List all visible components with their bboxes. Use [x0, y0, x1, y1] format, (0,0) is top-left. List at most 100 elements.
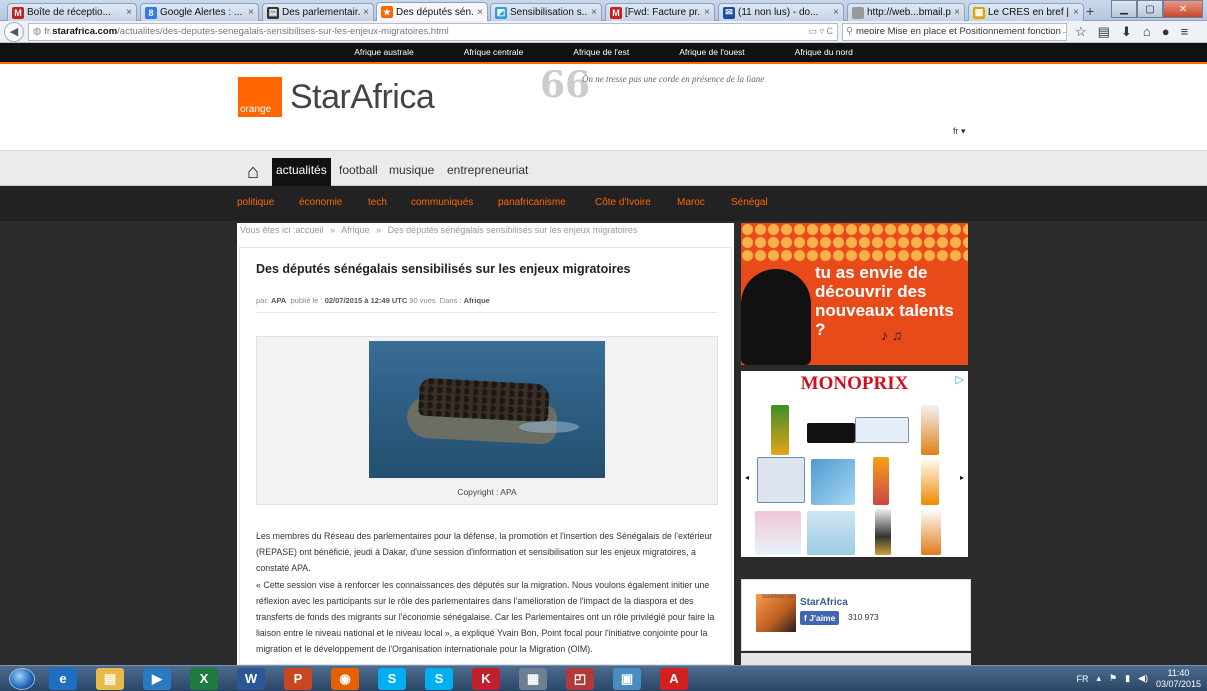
logo-badge-text: orange — [240, 104, 272, 115]
carousel-next-icon[interactable]: ▸ — [960, 473, 964, 482]
browser-tab[interactable]: ◩ Sensibilisation s... × — [490, 3, 602, 21]
region-link[interactable]: Afrique australe — [329, 43, 439, 62]
carousel-prev-icon[interactable]: ◂ — [745, 473, 749, 482]
facebook-icon: f — [804, 613, 807, 623]
meta-author[interactable]: APA — [271, 296, 286, 305]
region-link[interactable]: Afrique du nord — [770, 43, 878, 62]
chat-icon[interactable]: ● — [1162, 24, 1170, 39]
region-link[interactable]: Afrique de l'ouest — [654, 43, 769, 62]
explorer-icon[interactable]: ▤ — [96, 667, 124, 690]
browser-tab[interactable]: ★ Des députés sén... × — [376, 2, 488, 21]
breadcrumb-link-afrique[interactable]: Afrique — [341, 225, 370, 235]
site-logo-text[interactable]: StarAfrica — [290, 78, 435, 117]
tab-close-icon[interactable]: × — [477, 7, 483, 18]
ie-icon[interactable]: e — [49, 667, 77, 690]
chart-app-icon[interactable]: ◰ — [566, 667, 594, 690]
region-link[interactable]: Afrique centrale — [439, 43, 549, 62]
soda-bottle-product — [873, 457, 889, 505]
talent-ad-banner[interactable]: tu as envie de découvrir des nouveaux ta… — [741, 223, 968, 365]
tab-close-icon[interactable]: × — [833, 7, 839, 18]
browser-tab[interactable]: ▤ Des parlementair... × — [262, 3, 374, 21]
like-button[interactable]: f J'aime — [800, 611, 840, 625]
home-icon[interactable]: ⌂ — [240, 159, 266, 185]
menu-item-musique[interactable]: musique — [387, 158, 436, 187]
tab-close-icon[interactable]: × — [591, 7, 597, 18]
new-tab-button[interactable]: + — [1086, 3, 1094, 19]
browser-tab[interactable]: M [Fwd: Facture pr... × — [605, 3, 715, 21]
orange-logo[interactable]: orange — [238, 77, 282, 117]
media-icon[interactable]: ▶ — [143, 667, 171, 690]
bookmark-star-icon[interactable]: ☆ — [1075, 24, 1087, 40]
menu-item-entrepreneuriat[interactable]: entrepreneuriat — [445, 158, 530, 187]
excel-icon[interactable]: X — [190, 667, 218, 690]
tab-close-icon[interactable]: × — [363, 7, 369, 18]
language-selector[interactable]: fr ▾ — [953, 126, 966, 137]
category-link[interactable]: communiqués — [411, 197, 473, 208]
adchoices-icon[interactable]: ▷ — [956, 373, 964, 386]
menu-icon[interactable]: ≡ — [1181, 24, 1189, 39]
meta-category[interactable]: Afrique — [464, 296, 490, 305]
category-link[interactable]: panafricanisme — [498, 197, 566, 208]
language-indicator[interactable]: FR — [1076, 674, 1088, 684]
address-bar[interactable]: ◍ fr. starafrica.com/actualites/des-deput… — [28, 22, 838, 41]
volume-icon[interactable]: ◀) — [1138, 673, 1148, 684]
calculator-icon[interactable]: ▦ — [519, 667, 547, 690]
start-button[interactable] — [9, 667, 35, 690]
back-icon[interactable]: ◀ — [4, 21, 24, 42]
browser-tab[interactable]: ✉ (11 non lus) - do... × — [718, 3, 844, 21]
reload-icon[interactable]: ▭ ▿ C — [808, 26, 833, 37]
ad-brand: MONOPRIX — [800, 373, 909, 394]
category-link[interactable]: économie — [299, 197, 342, 208]
browser-tab-strip: M Boîte de réceptio... × 8 Google Alertes : … — [0, 0, 1207, 21]
home-icon[interactable]: ⌂ — [1143, 24, 1151, 39]
clock[interactable]: 11:40 03/07/2015 — [1156, 668, 1201, 690]
menu-item-football[interactable]: football — [337, 158, 380, 187]
category-link[interactable]: Côte d'Ivoire — [595, 197, 651, 208]
clock-date: 03/07/2015 — [1155, 678, 1201, 689]
word-icon[interactable]: W — [237, 667, 265, 690]
browser-tab[interactable]: 8 Google Alertes : ... × — [140, 3, 259, 21]
control-icon[interactable]: ▣ — [613, 667, 641, 690]
dotted-pack-product — [757, 457, 805, 503]
doc-icon: ▤ — [267, 6, 279, 19]
tab-close-icon[interactable]: × — [1073, 7, 1079, 18]
category-link[interactable]: politique — [237, 197, 274, 208]
skype-icon[interactable]: S — [425, 667, 453, 690]
bookmarks-list-icon[interactable]: ▤ — [1098, 24, 1110, 40]
network-icon[interactable]: ▮ — [1125, 673, 1130, 684]
maximize-icon[interactable]: ▢ — [1137, 0, 1163, 18]
powerpoint-icon[interactable]: P — [284, 667, 312, 690]
mail-icon: ✉ — [723, 6, 735, 19]
browser-tab[interactable]: ▦ Le CRES en bref |... × — [968, 3, 1084, 21]
search-go-icon[interactable]: → — [1061, 26, 1066, 37]
browser-tab[interactable]: M Boîte de réceptio... × — [7, 3, 137, 21]
main-menu: ⌂ actualités football musique entreprene… — [0, 150, 1207, 187]
facebook-page-name[interactable]: StarAfrica — [800, 597, 848, 608]
monoprix-ad[interactable]: MONOPRIX ▷ ◂ ▸ — [741, 371, 968, 557]
close-icon[interactable]: ✕ — [1163, 0, 1203, 18]
category-link[interactable]: tech — [368, 197, 387, 208]
tab-close-icon[interactable]: × — [248, 7, 254, 18]
search-input[interactable]: ⚲ meoire Mise en place et Positionnement… — [842, 22, 1067, 41]
ad-dot-pattern — [741, 223, 968, 263]
flag-icon[interactable]: ⚑ — [1109, 673, 1117, 684]
tray-expand-icon[interactable]: ▴ — [1096, 673, 1101, 684]
breadcrumb-link-home[interactable]: accueil — [296, 225, 324, 235]
minimize-icon[interactable]: ▁ — [1111, 0, 1137, 18]
acrobat-icon[interactable]: A — [660, 667, 688, 690]
category-link[interactable]: Sénégal — [731, 197, 768, 208]
download-icon[interactable]: ⬇ — [1121, 24, 1132, 40]
browser-tab[interactable]: http://web...bmail.php× — [847, 3, 965, 21]
breadcrumb-prefix: Vous êtes ici : — [240, 225, 296, 235]
tab-close-icon[interactable]: × — [954, 7, 960, 18]
windows-taskbar: e ▤ ▶ X W P ◉ S S K ▦ ◰ ▣ A FR ▴ ⚑ ▮ ◀) 11:40 03/07/2… — [0, 665, 1207, 691]
category-link[interactable]: Maroc — [677, 197, 705, 208]
skype-icon[interactable]: S — [378, 667, 406, 690]
tab-close-icon[interactable]: × — [126, 7, 132, 18]
firefox-icon[interactable]: ◉ — [331, 667, 359, 690]
menu-item-actualites[interactable]: actualités — [272, 158, 331, 187]
region-link[interactable]: Afrique de l'est — [548, 43, 654, 62]
article-photo[interactable] — [369, 341, 605, 478]
k-app-icon[interactable]: K — [472, 667, 500, 690]
tab-close-icon[interactable]: × — [704, 7, 710, 18]
